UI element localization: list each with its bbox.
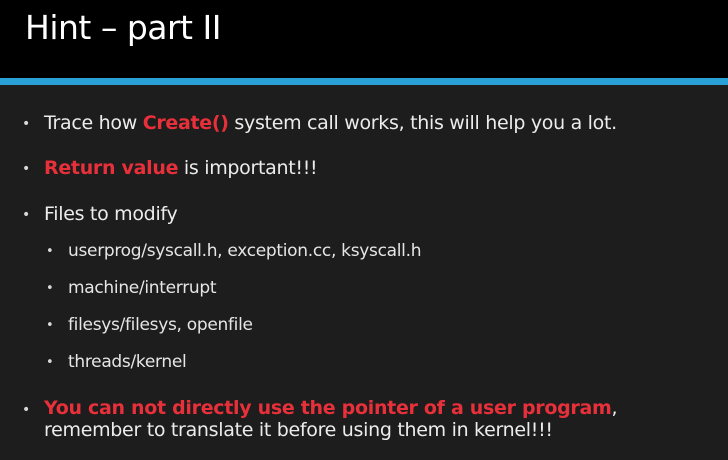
sub-bullet-icon: • bbox=[46, 281, 54, 296]
bullet-icon: • bbox=[22, 207, 31, 223]
slide-title: Hint – part II bbox=[25, 8, 221, 47]
sub-item-file: machine/interrupt bbox=[68, 278, 217, 298]
accent-rule bbox=[0, 78, 728, 85]
sub-bullet-icon: • bbox=[46, 318, 54, 333]
sub-item-file: filesys/filesys, openfile bbox=[68, 315, 253, 335]
sub-item-file: threads/kernel bbox=[68, 352, 187, 372]
bullet-icon: • bbox=[22, 161, 31, 177]
slide: Hint – part II • Trace how Create() syst… bbox=[0, 0, 728, 460]
bullet-icon: • bbox=[22, 402, 31, 418]
highlight-text: You can not directly use the pointer of … bbox=[44, 397, 612, 419]
sub-bullet-icon: • bbox=[46, 355, 54, 370]
title-bar: Hint – part II bbox=[0, 0, 728, 78]
highlight-text: Create() bbox=[142, 112, 229, 134]
bullet-text: system call works, this will help you a … bbox=[228, 112, 617, 134]
bullet-pointer-warning: You can not directly use the pointer of … bbox=[44, 397, 714, 441]
bullet-files-to-modify: Files to modify bbox=[44, 203, 178, 225]
bullet-trace-create: Trace how Create() system call works, th… bbox=[44, 112, 617, 134]
sub-bullet-icon: • bbox=[46, 244, 54, 259]
sub-item-file: userprog/syscall.h, exception.cc, ksysca… bbox=[68, 241, 422, 261]
bullet-text: Trace how bbox=[44, 112, 143, 134]
highlight-text: Return value bbox=[44, 157, 179, 179]
bullet-icon: • bbox=[22, 116, 31, 132]
bullet-text: is important!!! bbox=[178, 157, 318, 179]
bullet-return-value: Return value is important!!! bbox=[44, 157, 318, 179]
